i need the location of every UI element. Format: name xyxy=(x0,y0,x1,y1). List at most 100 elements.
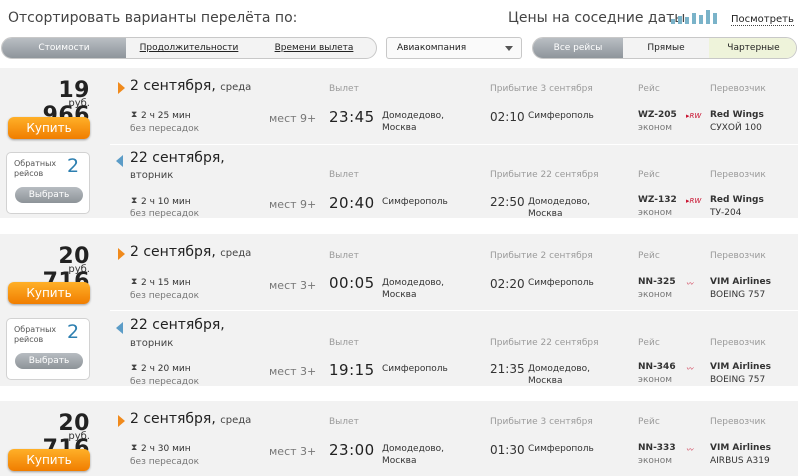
nonstop-label: без пересадок xyxy=(130,377,200,387)
leg-divider xyxy=(110,310,798,311)
offer-card: 19 966 руб. Купить Обратных рейсов 2 Выб… xyxy=(0,68,798,219)
departure-header: Вылет xyxy=(329,84,359,94)
leg-date: 2 сентября, среда xyxy=(130,411,252,427)
nonstop-label: без пересадок xyxy=(130,291,200,301)
vim-airlines-logo-icon: 〰 xyxy=(686,365,693,373)
arrival-time: 01:30 xyxy=(490,443,525,457)
vim-airlines-logo-icon: 〰 xyxy=(686,280,693,288)
sort-tabs: Стоимости Продолжительности Времени выле… xyxy=(1,37,377,59)
leg-date: 22 сентября, xyxy=(130,150,225,166)
carrier-name: VIM Airlines xyxy=(710,362,771,372)
departure-header: Вылет xyxy=(329,417,359,427)
departure-time: 00:05 xyxy=(329,274,375,292)
aircraft-type: AIRBUS A319 xyxy=(710,456,770,466)
nonstop-label: без пересадок xyxy=(130,457,200,467)
outbound-arrow-icon xyxy=(118,415,125,427)
buy-button[interactable]: Купить xyxy=(8,282,90,304)
flight-header: Рейс xyxy=(638,251,660,261)
flight-number: NN-346 xyxy=(638,362,676,372)
return-arrow-icon xyxy=(116,155,123,167)
carrier-header: Перевозчик xyxy=(710,251,766,261)
departure-place: Домодедово, Москва xyxy=(382,278,444,300)
currency-label: руб. xyxy=(68,98,90,109)
red-wings-logo-icon: ▸RW xyxy=(686,197,702,205)
outbound-arrow-icon xyxy=(118,82,125,94)
fare-class: эконом xyxy=(638,208,673,218)
flight-header: Рейс xyxy=(638,338,660,348)
mini-bar xyxy=(713,13,717,24)
arrival-time: 02:10 xyxy=(490,110,525,124)
arrival-place: Домодедово, Москва xyxy=(528,197,590,219)
hourglass-icon: ⧗ xyxy=(131,277,138,287)
nonstop-label: без пересадок xyxy=(130,124,200,134)
leg-divider xyxy=(110,144,798,145)
seats-available: мест 9+ xyxy=(269,198,317,211)
buy-button[interactable]: Купить xyxy=(8,117,90,139)
departure-place: Домодедово, Москва xyxy=(382,111,444,133)
fare-class: эконом xyxy=(638,123,673,133)
aircraft-type: ТУ-204 xyxy=(710,208,742,218)
outbound-arrow-icon xyxy=(118,248,125,260)
buy-button[interactable]: Купить xyxy=(8,449,90,471)
aircraft-type: BOEING 757 xyxy=(710,375,766,385)
fare-class: эконом xyxy=(638,290,673,300)
aircraft-type: BOEING 757 xyxy=(710,290,766,300)
currency-label: руб. xyxy=(68,431,90,442)
return-flights-label: Обратных рейсов xyxy=(14,325,57,344)
tab-all-flights[interactable]: Все рейсы xyxy=(533,38,623,58)
view-neighbor-dates-link[interactable]: Посмотреть xyxy=(731,14,794,26)
arrival-time: 22:50 xyxy=(490,195,525,209)
airline-select[interactable]: Авиакомпания xyxy=(386,37,522,59)
return-flights-count: 2 xyxy=(67,321,80,343)
departure-place: Симферополь xyxy=(382,364,448,374)
departure-place: Симферополь xyxy=(382,197,448,207)
arrival-place: Симферополь xyxy=(528,111,594,121)
carrier-header: Перевозчик xyxy=(710,84,766,94)
red-wings-logo-icon: ▸RW xyxy=(686,112,702,120)
tab-sort-price[interactable]: Стоимости xyxy=(2,38,126,58)
carrier-header: Перевозчик xyxy=(710,170,766,180)
leg-date: 22 сентября, xyxy=(130,317,225,333)
choose-return-button[interactable]: Выбрать xyxy=(15,187,83,203)
leg-duration: 2 ч 20 мин xyxy=(141,364,191,374)
return-flights-count: 2 xyxy=(67,155,80,177)
carrier-name: Red Wings xyxy=(710,110,764,120)
flight-number: WZ-205 xyxy=(638,110,677,120)
nonstop-label: без пересадок xyxy=(130,209,200,219)
tab-sort-departure[interactable]: Времени вылета xyxy=(252,38,376,58)
neighbor-dates-title: Цены на соседние даты xyxy=(508,10,686,26)
carrier-name: VIM Airlines xyxy=(710,277,771,287)
return-flights-box: Обратных рейсов 2 Выбрать xyxy=(6,152,90,214)
leg-weekday: вторник xyxy=(130,338,174,349)
leg-weekday: вторник xyxy=(130,170,174,181)
return-flights-box: Обратных рейсов 2 Выбрать xyxy=(6,318,90,380)
leg-date: 2 сентября, среда xyxy=(130,244,252,260)
airline-select-value: Авиакомпания xyxy=(397,43,467,53)
leg-duration: 2 ч 15 мин xyxy=(141,278,191,288)
return-arrow-icon xyxy=(116,322,123,334)
hourglass-icon: ⧗ xyxy=(131,363,138,373)
choose-return-button[interactable]: Выбрать xyxy=(15,353,83,369)
top-bar: Отсортировать варианты перелёта по: Цены… xyxy=(0,0,798,36)
currency-label: руб. xyxy=(68,264,90,275)
tab-direct[interactable]: Прямые xyxy=(623,38,709,58)
sort-title: Отсортировать варианты перелёта по: xyxy=(8,10,298,26)
arrival-time: 21:35 xyxy=(490,362,525,376)
departure-time: 20:40 xyxy=(329,194,375,212)
flight-type-tabs: Все рейсы Прямые Чартерные xyxy=(532,37,797,59)
flight-header: Рейс xyxy=(638,417,660,427)
tab-charter[interactable]: Чартерные xyxy=(709,38,796,58)
offer-card: 20 716 руб. Купить 2 сентября, среда ⧗ 2… xyxy=(0,401,798,476)
arrival-header: Прибытие 3 сентября xyxy=(490,84,593,94)
arrival-header: Прибытие 3 сентября xyxy=(490,417,593,427)
filter-bar: Стоимости Продолжительности Времени выле… xyxy=(0,37,798,61)
leg-duration: 2 ч 25 мин xyxy=(141,111,191,121)
tab-sort-duration[interactable]: Продолжительности xyxy=(126,38,252,58)
bar-chart-icon[interactable] xyxy=(671,9,721,24)
fare-class: эконом xyxy=(638,456,673,466)
flight-number: NN-325 xyxy=(638,277,676,287)
leg-duration: 2 ч 30 мин xyxy=(141,444,191,454)
carrier-header: Перевозчик xyxy=(710,417,766,427)
mini-bar xyxy=(692,13,696,24)
arrival-place: Симферополь xyxy=(528,278,594,288)
